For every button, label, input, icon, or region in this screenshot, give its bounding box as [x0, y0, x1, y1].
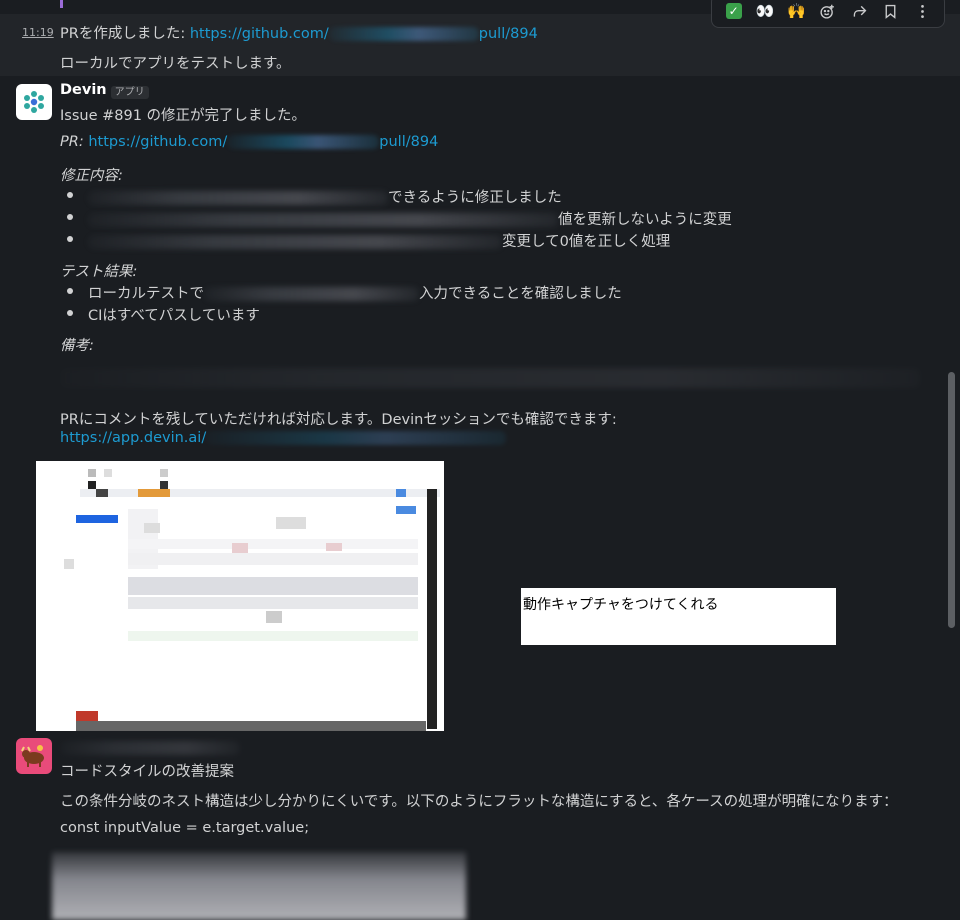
devin-logo-icon: [24, 91, 44, 113]
capture-caption: 動作キャプチャをつけてくれる: [521, 588, 836, 645]
code-line: const inputValue = e.target.value;: [60, 820, 310, 836]
test-item-2: CIはすべてパスしています: [88, 308, 260, 324]
redacted-text: [88, 213, 558, 227]
devin-avatar[interactable]: [16, 84, 52, 120]
eyes-emoji: 👀: [755, 2, 775, 20]
redacted-text: [88, 191, 388, 205]
test-heading: テスト結果:: [60, 264, 138, 280]
pr-link-start[interactable]: https://github.com/: [88, 134, 227, 150]
comment-line: PRにコメントを残していただければ対応します。Devinセッションでも確認できま…: [60, 412, 617, 428]
test-item-1-text: 入力できることを確認しました: [419, 286, 622, 302]
redacted-code-block: [52, 852, 466, 920]
suggestion-title: コードスタイルの改善提案: [60, 764, 234, 780]
sender-name[interactable]: Devin: [60, 82, 107, 98]
pr-created-text: PRを作成しました:: [60, 26, 190, 42]
bullet: [67, 288, 73, 294]
issue-complete-line: Issue #891 の修正が完了しました。: [60, 108, 307, 124]
pr-line: PR: https://github.com/pull/894: [60, 134, 438, 150]
bullet: [67, 310, 73, 316]
bookmark-icon[interactable]: [878, 0, 904, 24]
thread-indicator: [60, 0, 63, 8]
redacted-text: [60, 741, 240, 755]
eyes-reaction-icon[interactable]: 👀: [752, 0, 778, 24]
suggestion-body: この条件分岐のネスト構造は少し分かりにくいです。以下のようにフラットな構造にする…: [60, 794, 898, 810]
attached-screenshot-image[interactable]: [36, 461, 444, 731]
bullet: [67, 236, 73, 242]
bullet: [67, 214, 73, 220]
share-icon[interactable]: [846, 0, 872, 24]
pr-created-line: PRを作成しました: https://github.com/pull/894: [60, 22, 538, 43]
fix-heading: 修正内容:: [60, 168, 123, 184]
bot-avatar[interactable]: [16, 738, 52, 774]
redacted-text: [204, 287, 419, 301]
app-badge: アプリ: [110, 85, 149, 99]
local-test-line: ローカルでアプリをテストします。: [60, 56, 291, 72]
add-reaction-icon[interactable]: [815, 0, 841, 24]
bullet: [67, 192, 73, 198]
raised-hands-reaction-icon[interactable]: 🙌: [784, 0, 810, 24]
pr-link-start[interactable]: https://github.com/: [190, 26, 329, 42]
redacted-text: [60, 368, 920, 388]
fix-item-2-text: 値を更新しないように変更: [558, 212, 732, 228]
redacted-text: [88, 235, 502, 249]
pr-label: PR:: [60, 134, 89, 150]
message-timestamp[interactable]: 11:19: [22, 26, 54, 39]
pr-link-end[interactable]: pull/894: [479, 26, 538, 42]
test-item-1-prefix: ローカルテストで: [88, 286, 204, 302]
raised-hands-emoji: 🙌: [787, 2, 806, 20]
check-reaction-icon[interactable]: ✓: [721, 0, 747, 24]
bull-icon: [21, 745, 44, 767]
session-link-line: https://app.devin.ai/: [60, 430, 507, 446]
bot-sender-redacted: [60, 740, 240, 756]
redacted-repo-path: [328, 27, 479, 41]
redacted-session-path: [206, 431, 507, 445]
fix-item-3-text: 変更して0値を正しく処理: [502, 234, 671, 250]
fix-item-1-text: できるように修正しました: [388, 190, 562, 206]
fix-item-3: 変更して0値を正しく処理: [88, 230, 670, 251]
sender-line: Devin アプリ: [60, 82, 149, 99]
message-actions-toolbar: ✓ 👀 🙌: [711, 0, 945, 28]
more-icon[interactable]: [909, 0, 935, 24]
fix-item-1: できるように修正しました: [88, 186, 562, 207]
pr-link-end[interactable]: pull/894: [379, 134, 438, 150]
session-link[interactable]: https://app.devin.ai/: [60, 430, 206, 446]
notes-heading: 備考:: [60, 338, 94, 354]
redacted-repo-path: [227, 135, 380, 149]
test-item-1: ローカルテストで 入力できることを確認しました: [88, 282, 622, 303]
notes-redacted: [60, 368, 920, 388]
scrollbar[interactable]: [948, 372, 955, 628]
fix-item-2: 値を更新しないように変更: [88, 208, 732, 229]
